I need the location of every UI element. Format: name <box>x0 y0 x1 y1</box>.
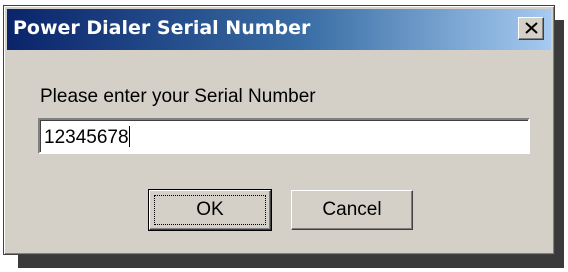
ok-button-label: OK <box>196 199 224 220</box>
text-caret <box>128 126 130 147</box>
close-icon <box>525 22 538 34</box>
cancel-button[interactable]: Cancel <box>291 190 413 230</box>
close-button[interactable] <box>518 17 544 40</box>
serial-prompt-label: Please enter your Serial Number <box>40 86 316 107</box>
title-bar[interactable]: Power Dialer Serial Number <box>7 9 551 50</box>
serial-number-input[interactable]: 12345678 <box>38 118 530 154</box>
cancel-button-label: Cancel <box>322 199 382 220</box>
ok-button[interactable]: OK <box>148 189 272 231</box>
window-title: Power Dialer Serial Number <box>13 17 311 39</box>
serial-number-dialog: Power Dialer Serial Number Please enter … <box>3 5 555 255</box>
serial-number-value: 12345678 <box>44 127 129 148</box>
